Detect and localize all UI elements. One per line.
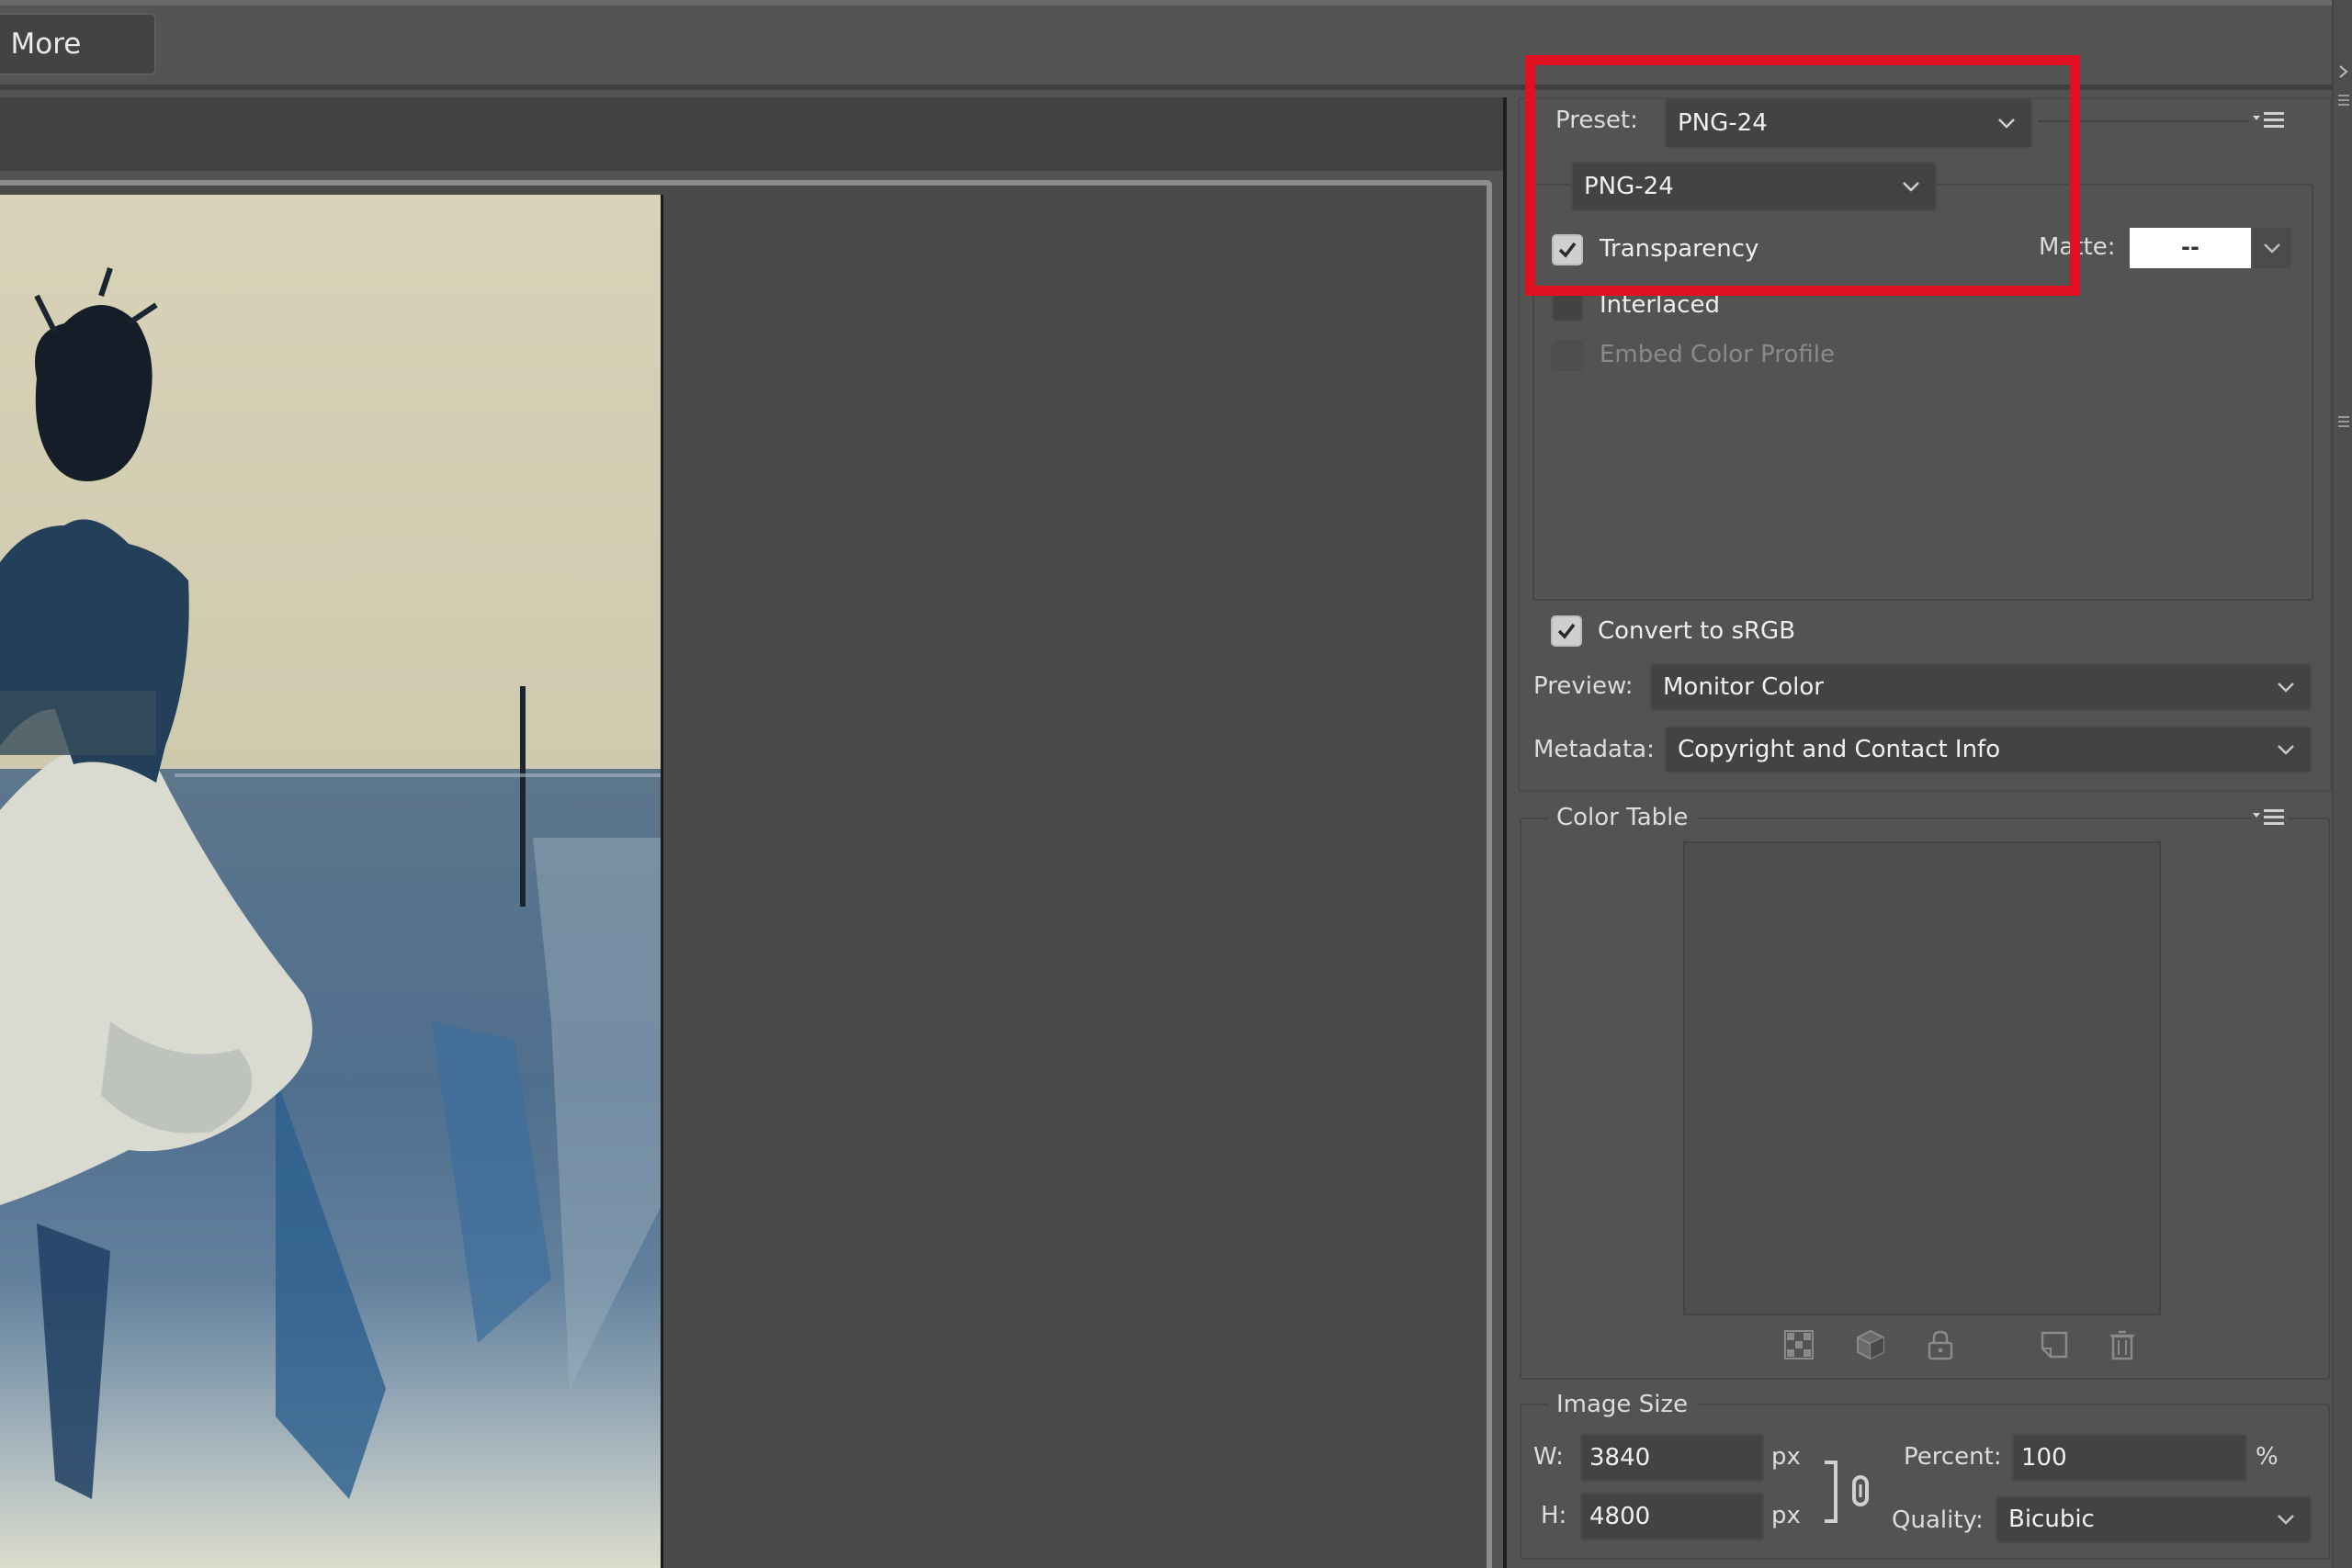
height-label: H: bbox=[1541, 1502, 1567, 1529]
preview-image bbox=[0, 195, 663, 1568]
color-table-menu-icon[interactable] bbox=[2251, 806, 2288, 829]
web-shift-cube-icon[interactable] bbox=[1854, 1328, 1887, 1361]
grip-icon[interactable] bbox=[2337, 413, 2350, 432]
grip-icon[interactable] bbox=[2337, 92, 2350, 110]
painting-woman-by-sea bbox=[0, 195, 661, 1568]
quality-dropdown[interactable]: Bicubic bbox=[1996, 1495, 2312, 1543]
color-table-swatches[interactable] bbox=[1683, 841, 2161, 1315]
chevron-down-icon bbox=[2271, 1505, 2301, 1534]
quality-value: Bicubic bbox=[2008, 1506, 2095, 1533]
height-input[interactable]: 4800 bbox=[1580, 1493, 1764, 1540]
percent-unit: % bbox=[2256, 1443, 2278, 1471]
width-input[interactable]: 3840 bbox=[1580, 1434, 1764, 1482]
panel-divider[interactable] bbox=[1503, 97, 1507, 1568]
width-label: W: bbox=[1533, 1443, 1564, 1471]
new-color-icon[interactable] bbox=[2038, 1328, 2071, 1361]
percent-input[interactable]: 100 bbox=[2012, 1434, 2247, 1482]
percent-label: Percent: bbox=[1904, 1443, 2002, 1471]
color-table-title: Color Table bbox=[1549, 804, 1698, 831]
image-size-title: Image Size bbox=[1549, 1391, 1698, 1418]
learn-more-button[interactable]: n More bbox=[0, 13, 156, 75]
quality-label: Quality: bbox=[1892, 1506, 1984, 1534]
trash-icon[interactable] bbox=[2106, 1328, 2139, 1361]
lock-icon[interactable] bbox=[1924, 1328, 1957, 1361]
panel-collapse-strip[interactable] bbox=[2332, 0, 2352, 1568]
map-transparency-icon[interactable] bbox=[1782, 1328, 1815, 1361]
constrain-proportions-link-icon[interactable] bbox=[1823, 1459, 1874, 1525]
annotation-highlight-box bbox=[1525, 55, 2080, 296]
chevron-right-icon[interactable] bbox=[2337, 55, 2350, 92]
width-unit: px bbox=[1771, 1443, 1801, 1471]
preview-tab-strip bbox=[0, 97, 1503, 171]
height-unit: px bbox=[1771, 1502, 1801, 1529]
